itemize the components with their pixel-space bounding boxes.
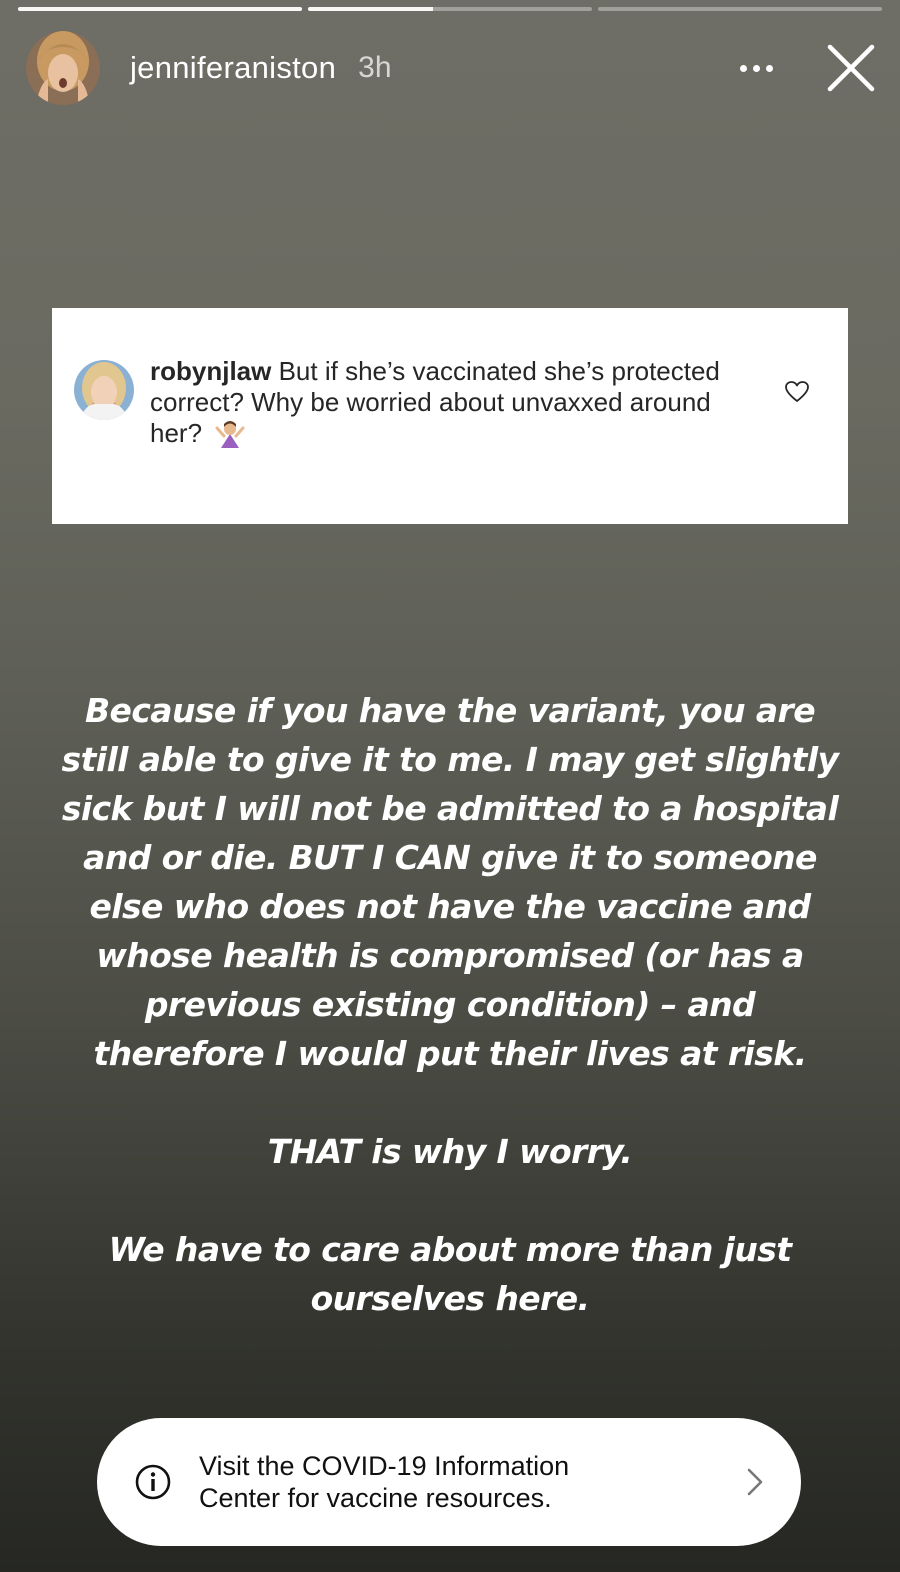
- progress-fill: [308, 7, 433, 11]
- message-line: and or die. BUT I CAN give it to someone: [83, 838, 817, 877]
- like-comment-button[interactable]: [784, 380, 810, 404]
- close-button[interactable]: [824, 41, 878, 95]
- message-line: previous existing condition) – and: [144, 985, 756, 1024]
- more-horizontal-icon: [739, 64, 747, 72]
- message-line: whose health is compromised (or has a: [96, 936, 804, 975]
- progress-segment: [598, 7, 882, 11]
- chevron-right-icon: [747, 1468, 763, 1496]
- comment-body-line1: But if she’s vaccinated she’s protected: [278, 356, 720, 386]
- info-line1: Visit the COVID-19 Information: [199, 1451, 570, 1481]
- comment-text: robynjlaw But if she’s vaccinated she’s …: [150, 356, 760, 455]
- message-line: Because if you have the variant, you are: [85, 691, 816, 730]
- comment-body-line3: her?: [150, 418, 203, 448]
- progress-fill: [18, 7, 302, 11]
- message-line: We have to care about more than just: [108, 1230, 792, 1269]
- message-line: still able to give it to me. I may get s…: [61, 740, 840, 779]
- message-line: THAT is why I worry.: [267, 1132, 633, 1171]
- commenter-avatar[interactable]: [74, 360, 134, 420]
- progress-segment: [308, 7, 592, 11]
- story-progress: [18, 7, 882, 11]
- progress-segment: [18, 7, 302, 11]
- avatar[interactable]: [26, 31, 100, 105]
- more-dot: [765, 64, 773, 72]
- username[interactable]: jenniferaniston: [130, 50, 336, 86]
- shrug-emoji: [215, 418, 245, 455]
- comment-body-line2: correct? Why be worried about unvaxxed a…: [150, 387, 711, 417]
- covid-info-banner[interactable]: Visit the COVID-19 Information Center fo…: [97, 1418, 801, 1546]
- close-icon: [827, 44, 875, 92]
- message-line: else who does not have the vaccine and: [89, 887, 811, 926]
- info-icon: [135, 1464, 171, 1500]
- post-time: 3h: [358, 51, 392, 84]
- message-line: ourselves here.: [310, 1279, 590, 1318]
- comment-card: robynjlaw But if she’s vaccinated she’s …: [52, 308, 848, 524]
- commenter-username[interactable]: robynjlaw: [150, 356, 271, 386]
- message-line: sick but I will not be admitted to a hos…: [61, 789, 839, 828]
- heart-outline-icon: [785, 381, 809, 402]
- info-line2: Center for vaccine resources.: [199, 1483, 552, 1513]
- story-header: jenniferaniston 3h: [26, 30, 878, 106]
- more-options-button[interactable]: [726, 48, 786, 88]
- story-message: Because if you have the variant, you are…: [40, 686, 860, 1323]
- more-dot: [752, 64, 760, 72]
- message-line: therefore I would put their lives at ris…: [93, 1034, 807, 1073]
- info-banner-text: Visit the COVID-19 Information Center fo…: [199, 1450, 699, 1514]
